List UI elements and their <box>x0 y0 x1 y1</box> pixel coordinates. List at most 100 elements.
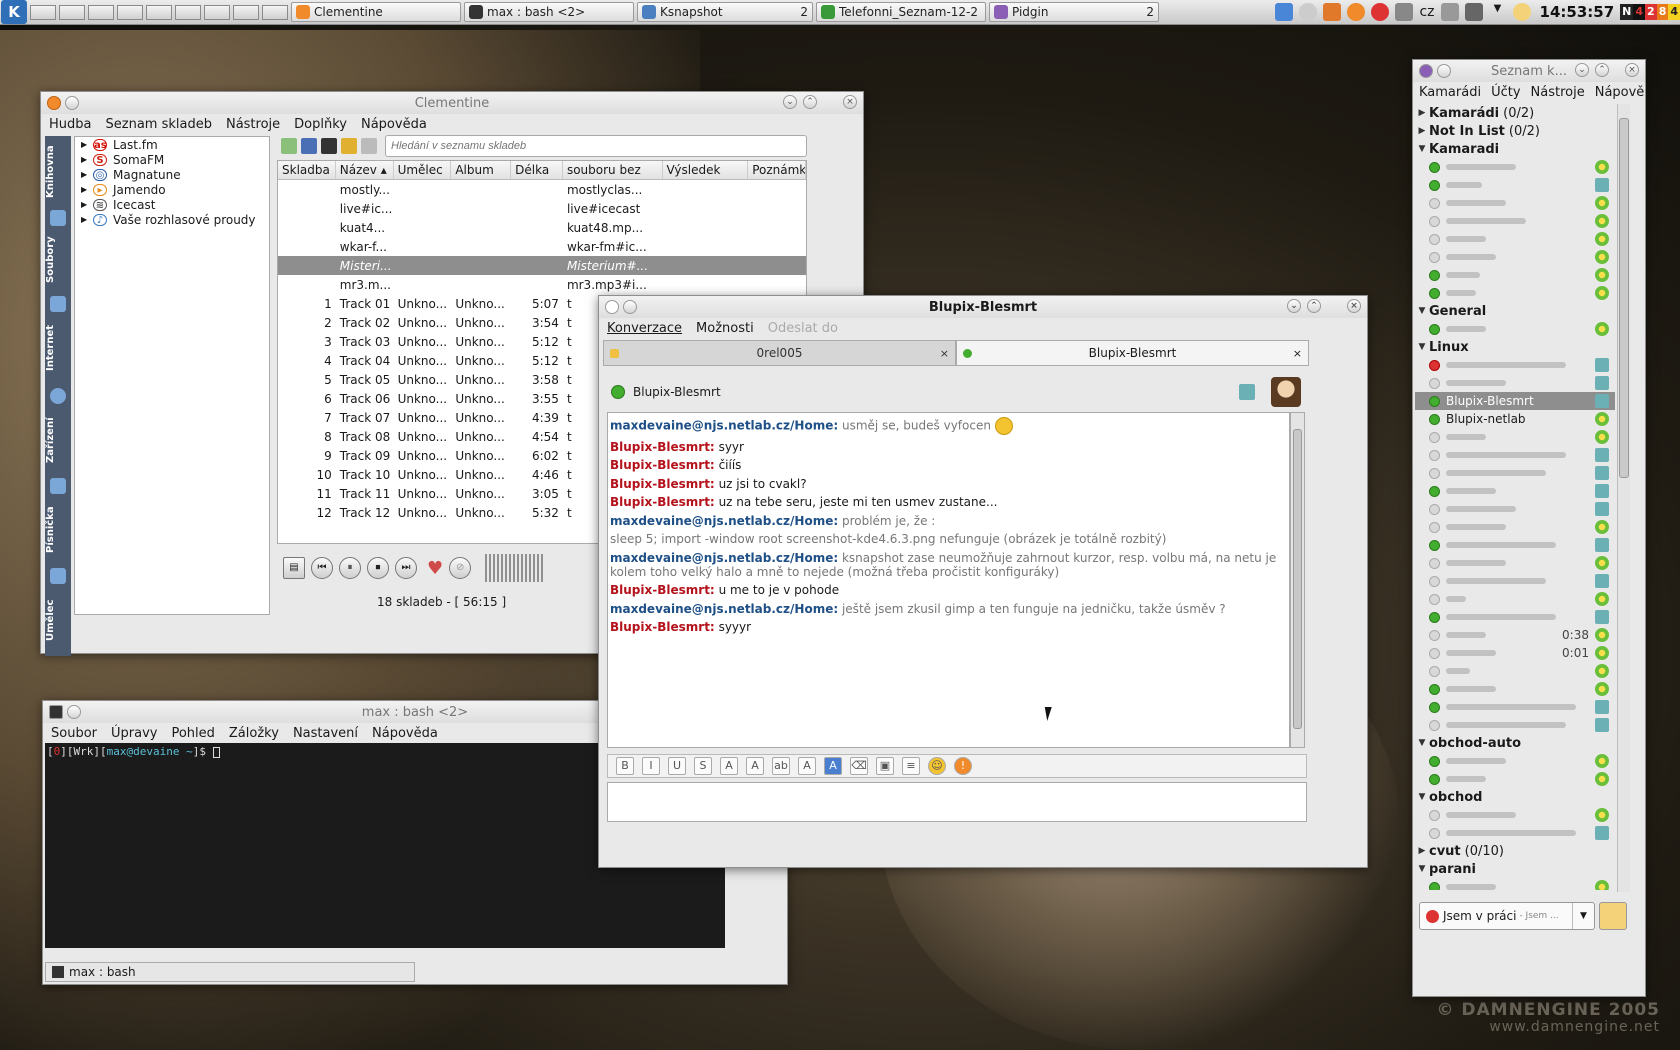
clementine-tray-icon[interactable] <box>1347 3 1366 21</box>
network-icon[interactable] <box>1440 3 1459 21</box>
menu-buddies[interactable]: Kamarádi <box>1419 85 1481 100</box>
message-input[interactable] <box>607 782 1307 822</box>
buddy-item[interactable] <box>1415 536 1615 554</box>
pin-button[interactable] <box>65 96 79 110</box>
col-length[interactable]: Délka <box>511 161 563 179</box>
pause-button[interactable]: ⏸ <box>339 557 361 579</box>
pidgin-busy-icon[interactable] <box>1371 3 1390 21</box>
love-icon[interactable]: ♥ <box>427 558 443 579</box>
pin-button[interactable] <box>1437 64 1451 78</box>
playlist-row[interactable]: mr3.m... mr3.mp3#i... <box>278 275 806 294</box>
undo-icon[interactable] <box>341 138 357 154</box>
buddy-item[interactable] <box>1415 176 1615 194</box>
expand-arrow-icon[interactable]: ▶ <box>81 140 93 149</box>
volume-icon[interactable] <box>1464 3 1483 21</box>
print-icon[interactable] <box>1323 3 1342 21</box>
shrink-font-icon[interactable]: A <box>746 757 764 775</box>
menu-tools[interactable]: Nástroje <box>1531 85 1585 100</box>
italic-icon[interactable]: I <box>642 757 660 775</box>
buddy-list-scrollbar[interactable] <box>1617 104 1630 892</box>
buddy-item[interactable] <box>1415 878 1615 890</box>
menu-help[interactable]: Nápověda <box>372 726 438 741</box>
bold-icon[interactable]: B <box>616 757 634 775</box>
close-tab-icon[interactable]: × <box>940 347 949 360</box>
col-note[interactable]: Poznámka <box>748 161 806 179</box>
expanded-arrow-icon[interactable]: ▼ <box>1415 342 1429 352</box>
playlist-row[interactable]: mostly... mostlyclas... <box>278 180 806 199</box>
buddy-item[interactable] <box>1415 212 1615 230</box>
menu-view[interactable]: Pohled <box>171 726 214 741</box>
reset-format-icon[interactable]: ⌫ <box>850 757 868 775</box>
scissors-icon[interactable] <box>1395 3 1414 21</box>
desktop-pager-9[interactable] <box>262 4 288 20</box>
buddy-item[interactable] <box>1415 464 1615 482</box>
home-icon[interactable] <box>1275 3 1294 21</box>
buddy-group[interactable]: ▼ General <box>1415 302 1615 320</box>
task-terminal[interactable]: max : bash <2> <box>464 2 634 22</box>
pin-button[interactable] <box>623 300 637 314</box>
smiley-icon[interactable]: ☺ <box>928 757 946 775</box>
stop-button[interactable]: ⏹ <box>367 557 389 579</box>
menu-edit[interactable]: Úpravy <box>111 726 157 741</box>
menu-settings[interactable]: Nastavení <box>293 726 358 741</box>
buddy-item[interactable] <box>1415 698 1615 716</box>
library-item[interactable]: ▶ ◎ Magnatune <box>75 167 269 182</box>
save-all-icon[interactable] <box>321 138 337 154</box>
buddy-item[interactable] <box>1415 428 1615 446</box>
buddy-item[interactable] <box>1415 230 1615 248</box>
playlist-row[interactable]: Misteri... Misterium#... <box>278 256 806 275</box>
buddy-item[interactable] <box>1415 680 1615 698</box>
desktop-pager-2[interactable] <box>59 4 85 20</box>
menu-addons[interactable]: Doplňky <box>294 117 347 132</box>
collapsed-arrow-icon[interactable]: ▶ <box>1415 108 1429 118</box>
tab-song[interactable]: Písnička <box>45 498 71 562</box>
weather-icon[interactable] <box>1512 3 1531 21</box>
minimize-button[interactable]: ⌄ <box>1287 299 1301 313</box>
bg-color-icon[interactable]: A <box>824 757 842 775</box>
menu-options[interactable]: Možnosti <box>696 321 754 336</box>
tab-internet[interactable]: Internet <box>45 316 71 380</box>
tab-orel005[interactable]: 0rel005 × <box>603 340 956 366</box>
clementine-titlebar[interactable]: Clementine ⌄ ⌃ × <box>41 92 863 114</box>
task-spreadsheet[interactable]: Telefonni_Seznam-12-2 <box>816 2 986 22</box>
buddy-item[interactable] <box>1415 716 1615 734</box>
chat-scrollbar[interactable] <box>1290 412 1305 748</box>
buddy-item[interactable]: 0:38 <box>1415 626 1615 644</box>
buddy-avatar[interactable] <box>1271 377 1301 407</box>
buddy-group[interactable]: ▼ Linux <box>1415 338 1615 356</box>
menu-tools[interactable]: Nástroje <box>226 117 280 132</box>
buddy-item[interactable] <box>1415 662 1615 680</box>
close-button[interactable]: × <box>1625 63 1639 77</box>
buddy-item[interactable] <box>1415 500 1615 518</box>
buddy-item[interactable] <box>1415 266 1615 284</box>
scrollbar-thumb[interactable] <box>1293 429 1302 729</box>
buddy-item[interactable] <box>1415 608 1615 626</box>
redo-icon[interactable] <box>361 138 377 154</box>
buddy-item[interactable] <box>1415 824 1615 842</box>
buddy-group[interactable]: ▶ Kamarádi (0/2) <box>1415 104 1615 122</box>
desktop-pager-6[interactable] <box>175 4 201 20</box>
col-track[interactable]: Skladba <box>278 161 336 179</box>
col-filename[interactable]: souboru bez <box>563 161 663 179</box>
menu-accounts[interactable]: Účty <box>1491 85 1520 100</box>
keyboard-layout[interactable]: cz <box>1419 4 1434 20</box>
task-pidgin[interactable]: Pidgin 2 <box>989 2 1159 22</box>
menu-conversation[interactable]: Konverzace <box>607 321 682 336</box>
library-item[interactable]: ▶ ≋ Icecast <box>75 197 269 212</box>
buddy-group[interactable]: ▼ obchod <box>1415 788 1615 806</box>
buddy-list-titlebar[interactable]: Seznam k... ⌄ ⌃ × <box>1413 60 1645 82</box>
maximize-button[interactable]: ⌃ <box>1595 63 1609 77</box>
minimize-button[interactable]: ⌄ <box>1575 63 1589 77</box>
playlist-search-input[interactable] <box>385 135 807 157</box>
library-item[interactable]: ▶ S SomaFM <box>75 152 269 167</box>
menu-help[interactable]: Nápově <box>1595 85 1645 100</box>
library-item[interactable]: ▶ as Last.fm <box>75 137 269 152</box>
library-item[interactable]: ▶ ♪ Vaše rozhlasové proudy <box>75 212 269 227</box>
info-icon[interactable] <box>1299 3 1318 21</box>
col-title[interactable]: Název ▴ <box>336 161 394 179</box>
buddy-item[interactable] <box>1415 158 1615 176</box>
col-album[interactable]: Album <box>451 161 512 179</box>
close-button[interactable]: × <box>843 95 857 109</box>
insert-image-icon[interactable]: ▣ <box>876 757 894 775</box>
buddy-item[interactable] <box>1415 752 1615 770</box>
